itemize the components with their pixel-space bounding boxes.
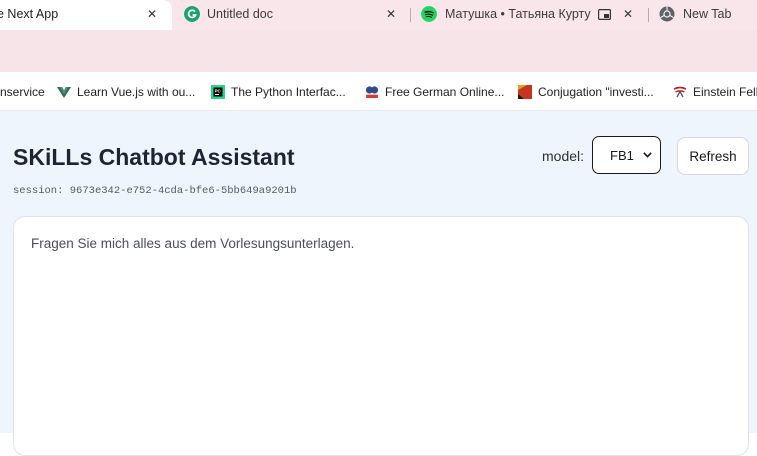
model-select-value: FB1 [610, 148, 634, 163]
tab-close-icon[interactable]: ✕ [386, 7, 396, 21]
bookmark-item[interactable]: nservice [0, 84, 45, 100]
tab-label: New Tab [683, 7, 732, 21]
svg-text:PC: PC [215, 88, 222, 93]
bookmark-label: Free German Online... [385, 85, 505, 99]
bookmark-label: Einstein Fell [693, 85, 757, 99]
session-info: session: 9673e342-e752-4cda-bfe6-5bb649a… [13, 185, 297, 197]
tab-label: e Next App [0, 7, 59, 21]
picture-in-picture-icon[interactable] [598, 9, 611, 20]
conjugation-icon [518, 85, 532, 99]
tab-close-icon[interactable]: ✕ [623, 7, 633, 21]
tab-separator [410, 8, 411, 22]
tab-label: Untitled doc [207, 7, 274, 21]
bookmark-item[interactable]: PC The Python Interfac... [211, 84, 346, 100]
refresh-button-label: Refresh [689, 149, 737, 164]
einstein-icon [673, 86, 687, 98]
tab-close-icon[interactable]: ✕ [147, 7, 157, 21]
model-label: model: [542, 148, 585, 164]
bookmarks-bar: nservice Learn Vue.js with ou... PC The … [0, 72, 757, 111]
page-title: SKiLLs Chatbot Assistant [13, 144, 295, 170]
bookmark-label: Learn Vue.js with ou... [77, 85, 196, 99]
tab-next-app[interactable]: e Next App ✕ [0, 0, 172, 30]
app-page: SKiLLs Chatbot Assistant session: 9673e3… [0, 111, 757, 456]
model-select[interactable]: FB1 [592, 136, 661, 174]
chevron-down-icon [643, 152, 652, 158]
session-label: session: [13, 185, 64, 197]
browser-toolbar [0, 30, 757, 72]
vue-icon [57, 87, 71, 98]
refresh-button[interactable]: Refresh [677, 137, 749, 175]
bookmark-label: Conjugation "investi... [538, 85, 654, 99]
grammarly-icon [184, 6, 200, 22]
tab-untitled-doc[interactable]: Untitled doc ✕ [180, 0, 402, 30]
chrome-icon [659, 6, 675, 22]
chat-panel: Fragen Sie mich alles aus dem Vorlesungs… [13, 216, 749, 456]
session-id: 9673e342-e752-4cda-bfe6-5bb649a9201b [69, 185, 297, 197]
browser-tab-strip: e Next App ✕ Untitled doc ✕ Матушка • Та… [0, 0, 757, 30]
spotify-icon [421, 6, 437, 22]
chat-welcome-message: Fragen Sie mich alles aus dem Vorlesungs… [31, 236, 355, 251]
bookmark-item[interactable]: Free German Online... [365, 84, 504, 100]
tab-spotify[interactable]: Матушка • Татьяна Куртук ✕ [420, 0, 645, 30]
tab-new-tab[interactable]: New Tab [656, 0, 757, 30]
language-site-icon [365, 86, 379, 98]
bookmark-item[interactable]: Learn Vue.js with ou... [57, 84, 195, 100]
tab-label: Матушка • Татьяна Куртук [445, 7, 591, 21]
tab-separator [648, 8, 649, 22]
bookmark-label: nservice [0, 85, 45, 99]
bookmark-item[interactable]: Conjugation "investi... [518, 84, 654, 100]
bookmark-item[interactable]: Einstein Fell [673, 84, 757, 100]
bookmark-label: The Python Interfac... [231, 85, 346, 99]
pycharm-icon: PC [211, 85, 225, 99]
